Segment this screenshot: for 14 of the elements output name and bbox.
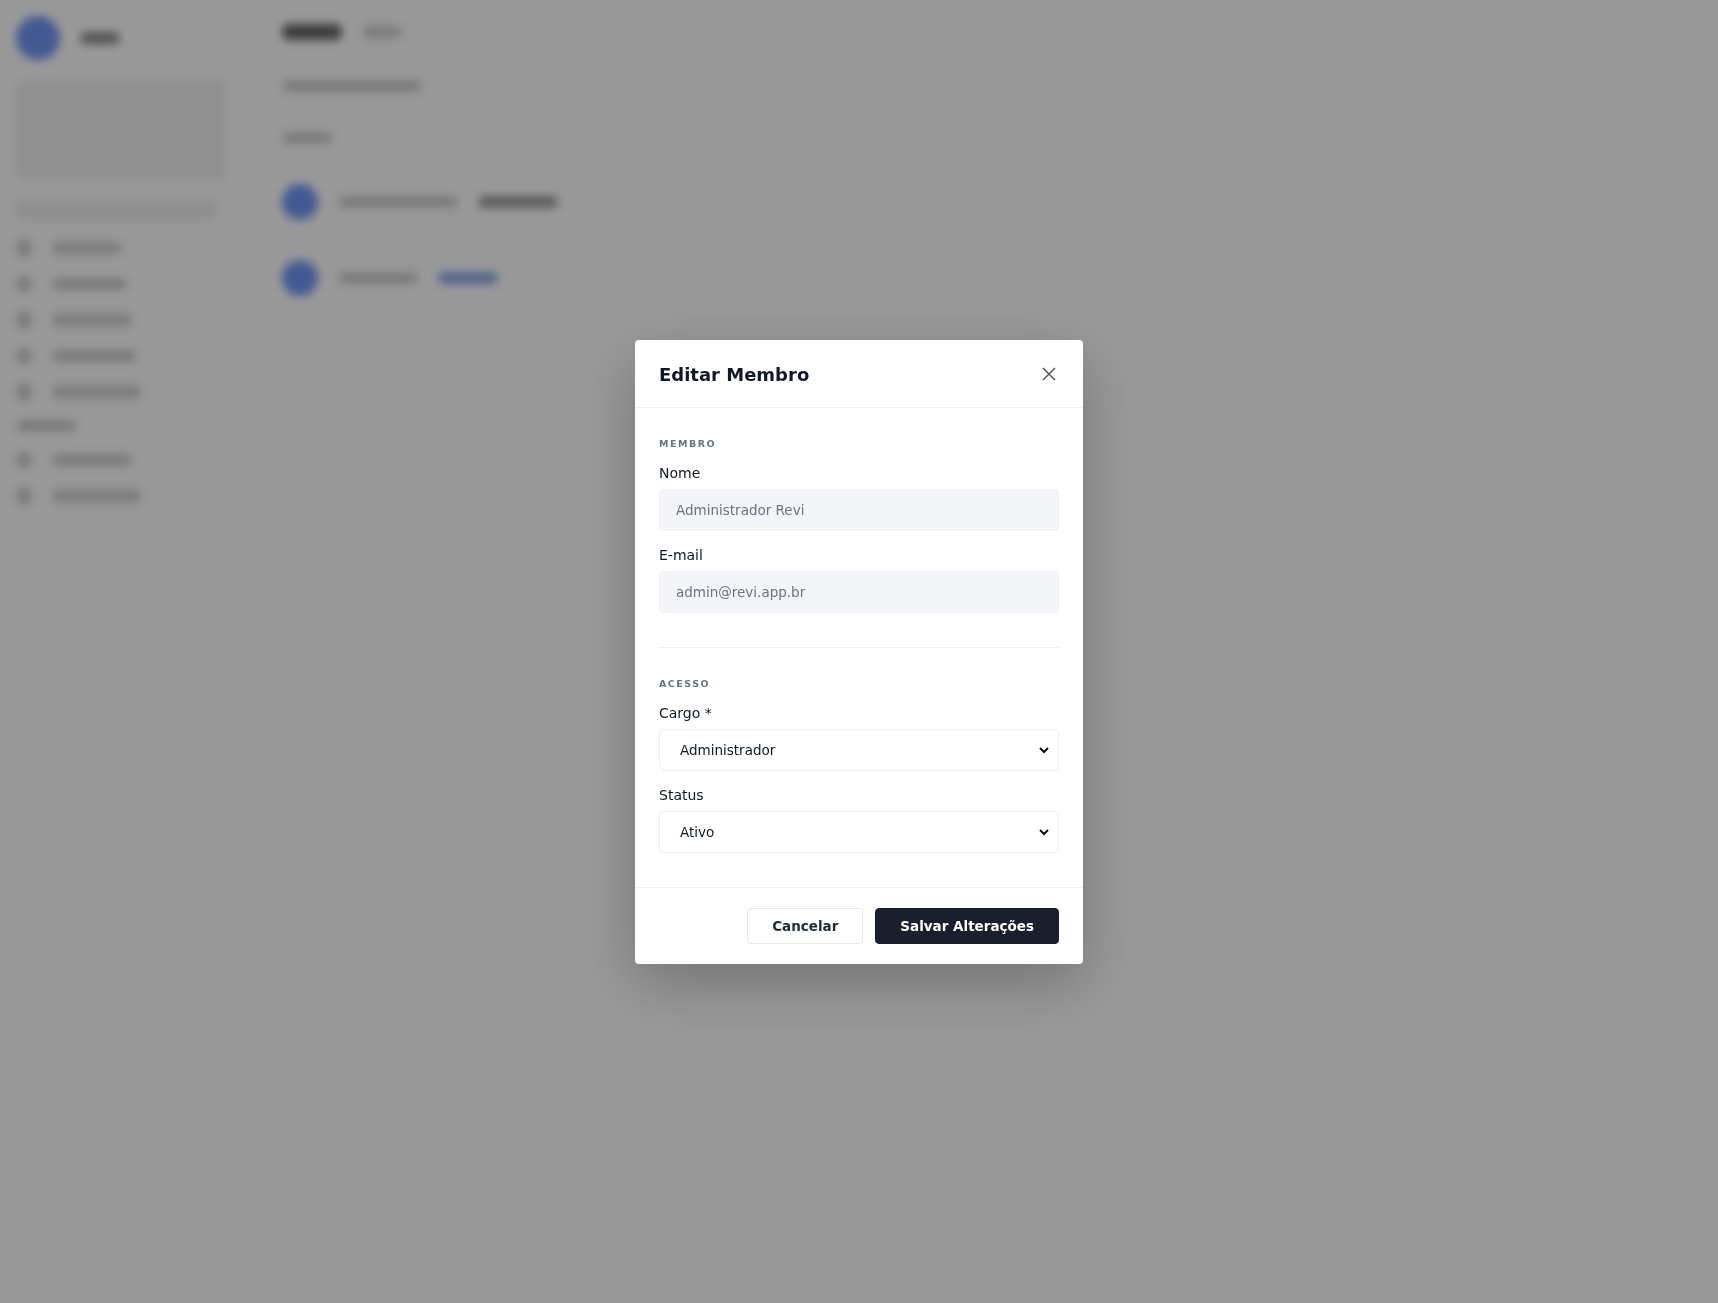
save-button[interactable]: Salvar Alterações bbox=[875, 907, 1059, 944]
field-label: Cargo * bbox=[659, 704, 713, 721]
section-heading: ACESSO bbox=[659, 677, 712, 689]
select-field[interactable]: Administrador bbox=[659, 728, 1059, 771]
close-icon bbox=[1041, 366, 1057, 382]
chevron-down-icon bbox=[1038, 745, 1050, 754]
chevron-down-icon bbox=[1038, 827, 1050, 836]
field-label: E-mail bbox=[659, 546, 704, 563]
field-label: Status bbox=[659, 786, 705, 803]
section-heading: MEMBRO bbox=[659, 437, 718, 449]
field-label: Nome bbox=[659, 464, 702, 481]
dialog-title: Editar Membro bbox=[659, 363, 810, 385]
select-field[interactable]: Ativo bbox=[659, 810, 1059, 853]
cancel-button[interactable]: Cancelar bbox=[747, 907, 864, 944]
